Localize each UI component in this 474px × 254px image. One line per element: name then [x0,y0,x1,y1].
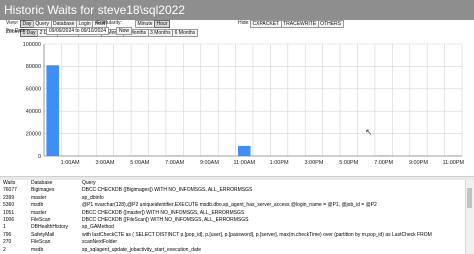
cell-database: msdb [31,202,44,209]
scrollbar-thumb[interactable] [467,188,472,208]
hide-button-group: CXPACKET TRACEWRITE OTHERS [250,20,344,28]
x-tick-label: 7:00PM [374,160,393,166]
view-button-day[interactable]: Day [20,20,34,28]
x-tick-label: 5:00AM [130,160,149,166]
cell-waits: 796 [3,231,12,238]
date-label: For Date: [6,28,27,34]
cell-database: master [31,194,47,201]
granularity-button-group: Minute Hour [135,20,170,28]
cell-waits: 76077 [3,187,17,194]
date-range-field[interactable]: 09/09/2024 to 09/10/2024 [46,27,109,35]
cell-waits: 1006 [3,217,15,224]
table-row[interactable]: 76077 Bigimages DBCC CHECKDB ([Bigimages])… [0,187,432,194]
table-row[interactable]: 270 FileScan scanNextFolder [0,239,432,246]
hide-button-others[interactable]: OTHERS [317,20,344,28]
y-tick-label: 40000 [26,109,41,115]
waits-chart: 0 20000 40000 60000 80000 100000 1:00AM 3:00AM 5… [23,42,465,166]
column-header-database[interactable]: Database [28,180,79,187]
title-bar: Historic Waits for steve18\sql2022 [0,0,474,20]
granularity-label: Granularity: [96,20,122,26]
y-tick-label: 100000 [23,42,41,48]
cell-waits: 5360 [3,202,15,209]
view-label: View: [6,20,19,26]
cell-waits: 1 [3,224,6,231]
cell-database: msdb [31,246,44,253]
y-tick-label: 20000 [26,131,41,137]
now-button[interactable]: Now [116,27,133,35]
granularity-button-hour[interactable]: Hour [154,20,170,28]
x-tick-label: 3:00AM [95,160,114,166]
bar-hour-0[interactable] [46,65,59,156]
cell-database: FileScan [31,239,51,246]
cell-query: sp_dbinfo [82,194,104,201]
window-title: Historic Waits for steve18\sql2022 [4,3,185,17]
bar-hour-11[interactable] [238,145,251,156]
mouse-cursor-icon: ↖ [365,127,373,137]
cell-database: DBHealthHistory [31,224,68,231]
x-tick-label: 5:00PM [339,160,358,166]
x-tick-label: 9:00AM [200,160,219,166]
x-tick-label: 9:00PM [409,160,428,166]
table-row[interactable]: 2 msdb sp_sqlagent_update_jobactivity_star… [0,247,432,254]
x-tick-label: 1:00PM [270,160,289,166]
cell-query: sp_GAMethod [82,224,114,231]
table-row[interactable]: 2399 master sp_dbinfo [0,195,432,202]
cell-waits: 270 [3,239,12,246]
hide-button-tracewrite[interactable]: TRACEWRITE [280,20,319,28]
x-tick-label: 11:00PM [442,160,464,166]
table-row[interactable]: 1006 FileScan DBCC CHECKDB ([FileScan]) WI… [0,217,432,224]
cell-query: with lastCheckCTE as ( SELECT DISTINCT p… [82,231,432,238]
y-tick-label: 80000 [26,64,41,70]
waits-table: Waits Database Query 76077 Bigimages DBCC … [0,180,474,254]
granularity-button-minute[interactable]: Minute [135,20,156,28]
column-header-query[interactable]: Query [79,180,432,187]
chart-gridlines [43,43,463,157]
y-tick-label: 60000 [26,87,41,93]
cell-database: FileScan [31,217,51,224]
cell-waits: 2399 [3,194,15,201]
cell-query: @P1 nvarchar(128),@P2 uniqueidentifier,E… [82,202,377,209]
table-row[interactable]: 5360 msdb @P1 nvarchar(128),@P2 uniqueiden… [0,202,432,209]
cell-database: SafetyMail [31,231,55,238]
table-row[interactable]: 1051 master DBCC CHECKDB ([master]) WITH N… [0,210,432,217]
hide-label: Hide: [238,20,250,26]
cell-query: scanNextFolder [82,239,118,246]
cell-query: DBCC CHECKDB ([FileScan]) WITH NO_INFOMS… [82,217,249,224]
cell-query: DBCC CHECKDB ([Bigimages]) WITH NO_INFOM… [82,187,253,194]
cell-query: sp_sqlagent_update_jobactivity_start_exe… [82,246,201,253]
cell-database: master [31,209,47,216]
column-header-waits[interactable]: Waits [0,180,28,187]
vertical-scrollbar[interactable] [465,180,474,254]
table-row[interactable]: 796 SafetyMail with lastCheckCTE as ( SELE… [0,232,432,239]
table-body: 76077 Bigimages DBCC CHECKDB ([Bigimages])… [0,187,432,254]
x-tick-label: 3:00PM [304,160,323,166]
x-tick-label: 11:00AM [233,160,255,166]
table-row[interactable]: 1 DBHealthHistory sp_GAMethod [0,224,432,231]
x-tick-label: 1:00AM [61,160,80,166]
y-tick-label: 0 [38,154,41,160]
cell-waits: 1051 [3,209,15,216]
cell-waits: 2 [3,246,6,253]
cell-database: Bigimages [31,187,55,194]
cell-query: DBCC CHECKDB ([master]) WITH NO_INFOMSGS… [82,209,245,216]
table-header-row: Waits Database Query [0,180,432,187]
x-tick-label: 7:00AM [165,160,184,166]
hide-button-cxpacket[interactable]: CXPACKET [250,20,282,28]
